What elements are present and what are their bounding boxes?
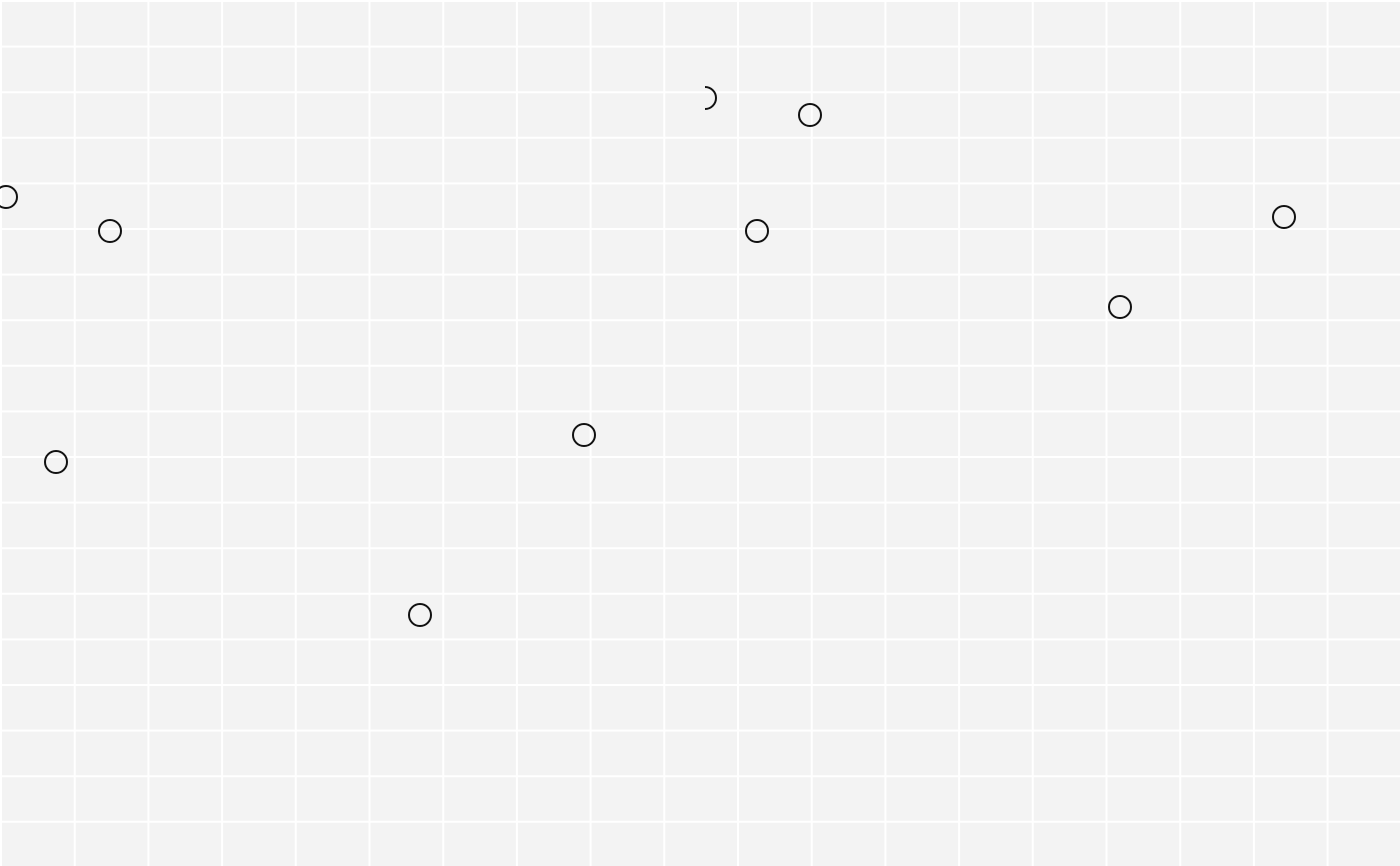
grid-canvas[interactable] [0,0,1400,866]
canvas-background [0,0,1400,866]
